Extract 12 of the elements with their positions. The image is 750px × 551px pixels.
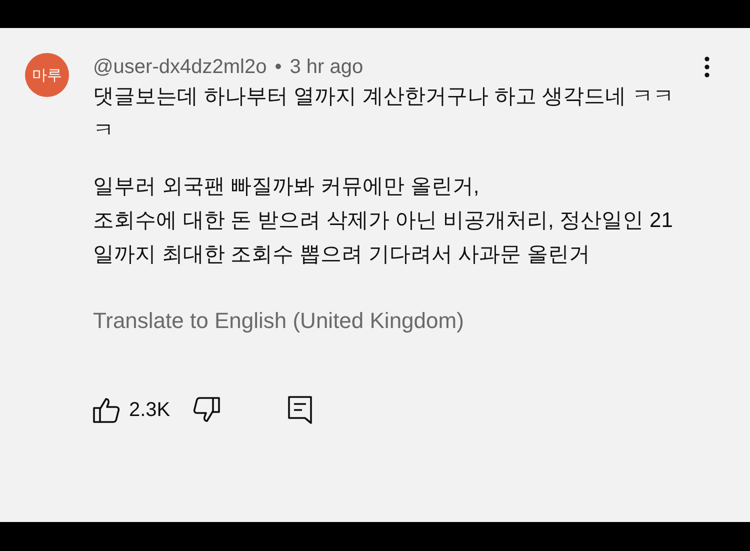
dislike-button[interactable] — [192, 397, 220, 423]
translate-link[interactable]: Translate to English (United Kingdom) — [93, 308, 464, 334]
comment-time: 3 hr ago — [290, 56, 364, 78]
separator-dot: • — [274, 56, 282, 78]
reply-icon[interactable] — [288, 396, 312, 424]
comment-text: 댓글보는데 하나부터 열까지 계산한거구나 하고 생각드네 ㅋㅋㅋ — [93, 84, 676, 144]
thumbs-up-icon — [93, 397, 121, 423]
author-name[interactable]: @user-dx4dz2ml2o — [93, 56, 267, 78]
like-button[interactable]: 2.3K — [93, 397, 170, 423]
thumbs-down-icon — [192, 397, 220, 423]
avatar[interactable]: 마루 — [25, 53, 69, 97]
comment-text: 일부러 외국팬 빠질까봐 커뮤에만 올린거, 조회수에 대한 돈 받으려 삭제가 아닌 비공개처리, 정산일인 21일까지 최대한 조회수 뽑으려 기다려서 사과문 올린거 — [93, 174, 674, 268]
